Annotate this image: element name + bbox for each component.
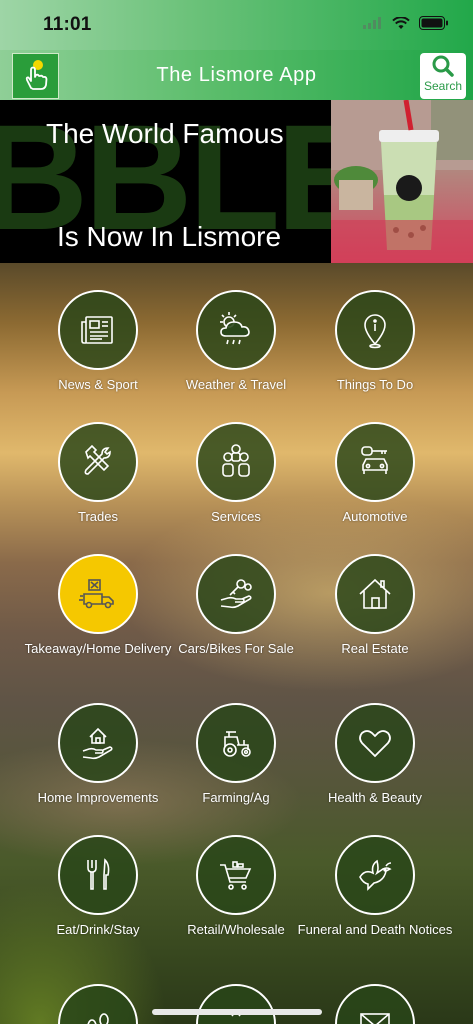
category-label: Funeral and Death Notices <box>297 922 453 937</box>
status-bar: 11:01 <box>0 0 473 50</box>
category-circle[interactable] <box>196 984 276 1024</box>
category-news-sport[interactable]: News & Sport <box>20 290 176 393</box>
car-key-icon <box>361 446 388 474</box>
category-circle[interactable] <box>58 290 138 370</box>
category-services[interactable]: Services <box>158 422 314 525</box>
tools-icon <box>84 444 111 475</box>
delivery-truck-icon <box>79 579 114 609</box>
category-circle[interactable] <box>58 554 138 634</box>
category-trades[interactable]: Trades <box>20 422 176 525</box>
category-weather-travel[interactable]: Weather & Travel <box>158 290 314 393</box>
category-label: News & Sport <box>58 377 138 392</box>
category-circle[interactable] <box>335 554 415 634</box>
map-pin-icon <box>364 314 386 349</box>
banner-headline: The World Famous <box>46 118 284 149</box>
cutlery-icon <box>87 858 110 890</box>
category-partial-2[interactable] <box>158 984 314 1024</box>
category-label: Home Improvements <box>37 790 159 805</box>
category-circle[interactable] <box>196 835 276 915</box>
category-farming-ag[interactable]: Farming/Ag <box>158 703 314 806</box>
category-things-to-do[interactable]: Things To Do <box>297 290 453 393</box>
category-partial-1[interactable] <box>20 984 176 1024</box>
promo-banner[interactable]: BBLE T The World Famous Is Now In Lismor… <box>0 100 473 263</box>
category-eat-drink-stay[interactable]: Eat/Drink/Stay <box>20 835 176 938</box>
weather-icon <box>220 312 250 345</box>
shopping-cart-icon <box>220 861 252 890</box>
bubble-tea-photo <box>331 100 473 263</box>
category-health-beauty[interactable]: Health & Beauty <box>297 703 453 806</box>
category-label: Eat/Drink/Stay <box>56 922 140 937</box>
services-icon <box>222 444 250 477</box>
category-partial-3[interactable] <box>297 984 453 1024</box>
category-circle[interactable] <box>58 835 138 915</box>
house-icon <box>359 578 391 609</box>
wifi-icon <box>392 16 410 29</box>
category-label: Things To Do <box>336 377 414 392</box>
category-label: Real Estate <box>341 641 409 656</box>
footprints-icon <box>87 1013 109 1024</box>
category-label: Cars/Bikes For Sale <box>178 641 294 656</box>
status-time: 11:01 <box>43 14 92 35</box>
tractor-icon <box>223 731 251 757</box>
category-home-improvements[interactable]: Home Improvements <box>20 703 176 806</box>
category-label: Weather & Travel <box>185 377 287 392</box>
category-circle[interactable] <box>58 422 138 502</box>
category-label: Farming/Ag <box>202 790 270 805</box>
app-header: The Lismore App Search <box>0 50 473 100</box>
category-circle[interactable] <box>196 290 276 370</box>
category-circle[interactable] <box>335 422 415 502</box>
banner-subheadline: Is Now In Lismore <box>57 221 282 252</box>
cellular-icon <box>363 17 381 29</box>
category-circle[interactable] <box>335 703 415 783</box>
category-circle[interactable] <box>335 835 415 915</box>
category-circle[interactable] <box>58 703 138 783</box>
category-label: Retail/Wholesale <box>187 922 285 937</box>
category-label: Services <box>211 509 261 524</box>
category-label: Automotive <box>342 509 408 524</box>
newspaper-icon <box>81 316 113 344</box>
hand-key-icon <box>220 579 252 609</box>
category-label: Trades <box>78 509 118 524</box>
mail-icon <box>360 1013 390 1024</box>
search-button[interactable]: Search <box>420 53 466 99</box>
app-title: The Lismore App <box>156 64 317 86</box>
category-label: Takeaway/Home Delivery <box>24 641 172 656</box>
dove-icon <box>359 859 392 891</box>
category-circle[interactable] <box>335 984 415 1024</box>
hand-house-icon <box>82 727 113 760</box>
status-icons <box>363 16 449 30</box>
category-circle[interactable] <box>196 703 276 783</box>
category-circle[interactable] <box>196 422 276 502</box>
category-funeral-death-notices[interactable]: Funeral and Death Notices <box>297 835 453 938</box>
category-circle[interactable] <box>58 984 138 1024</box>
category-grid: News & Sport Weather & Travel Things To … <box>0 263 473 1024</box>
heart-icon <box>359 730 391 758</box>
category-retail-wholesale[interactable]: Retail/Wholesale <box>158 835 314 938</box>
battery-icon <box>419 16 448 30</box>
category-label: Health & Beauty <box>328 790 422 805</box>
search-label: Search <box>423 79 463 93</box>
category-circle[interactable] <box>335 290 415 370</box>
category-circle[interactable] <box>196 554 276 634</box>
category-real-estate[interactable]: Real Estate <box>297 554 453 657</box>
search-icon <box>432 55 454 77</box>
category-automotive[interactable]: Automotive <box>297 422 453 525</box>
category-takeaway-delivery[interactable]: Takeaway/Home Delivery <box>20 554 176 657</box>
home-indicator[interactable] <box>152 1009 322 1015</box>
category-cars-bikes-for-sale[interactable]: Cars/Bikes For Sale <box>158 554 314 657</box>
